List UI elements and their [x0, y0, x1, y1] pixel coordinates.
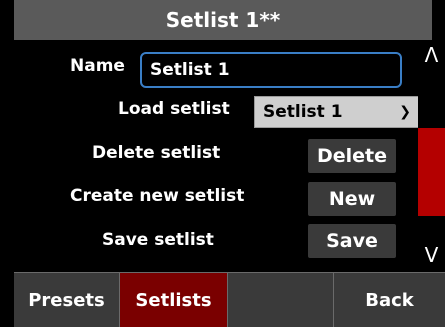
delete-setlist-label: Delete setlist	[92, 143, 221, 163]
chevron-down-icon: ❯	[399, 104, 411, 120]
scrollbar[interactable]: Λ V	[418, 40, 445, 270]
scroll-down-icon[interactable]: V	[418, 240, 445, 270]
scroll-up-icon[interactable]: Λ	[418, 40, 445, 70]
name-field[interactable]: Setlist 1	[140, 52, 402, 88]
tab-presets[interactable]: Presets	[14, 273, 120, 327]
scroll-thumb[interactable]	[418, 128, 445, 216]
create-setlist-row: Create new setlist New	[14, 178, 418, 218]
create-setlist-label: Create new setlist	[70, 186, 245, 206]
delete-button[interactable]: Delete	[308, 139, 396, 173]
save-setlist-label: Save setlist	[102, 230, 214, 250]
delete-setlist-row: Delete setlist Delete	[14, 135, 418, 175]
load-setlist-dropdown[interactable]: Setlist 1 ❯	[254, 96, 420, 128]
header-title: Setlist 1**	[14, 0, 432, 40]
save-setlist-row: Save setlist Save	[14, 222, 418, 262]
tab-back[interactable]: Back	[334, 273, 445, 327]
setlist-screen: Setlist 1** Name Setlist 1 Load setlist …	[0, 0, 445, 327]
bottom-tab-bar: Presets Setlists Back	[14, 272, 445, 327]
name-row: Name Setlist 1	[14, 48, 418, 88]
tab-empty[interactable]	[228, 273, 334, 327]
tab-setlists[interactable]: Setlists	[120, 273, 228, 327]
save-button[interactable]: Save	[308, 224, 396, 258]
load-setlist-selected: Setlist 1	[263, 102, 343, 122]
load-setlist-row: Load setlist Setlist 1 ❯	[14, 91, 420, 131]
load-setlist-label: Load setlist	[118, 99, 230, 119]
name-label: Name	[70, 56, 125, 76]
settings-panel: Name Setlist 1 Load setlist Setlist 1 ❯ …	[14, 40, 420, 270]
new-button[interactable]: New	[308, 182, 396, 216]
